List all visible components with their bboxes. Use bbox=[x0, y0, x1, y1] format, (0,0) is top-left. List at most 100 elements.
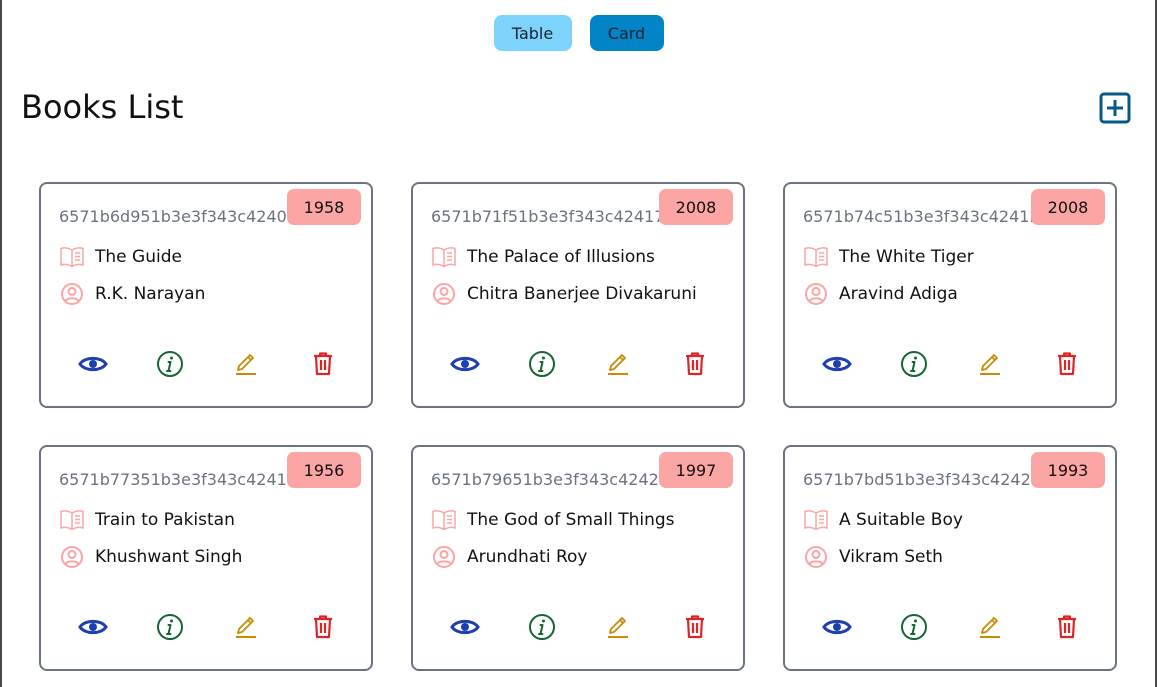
show-book-button[interactable] bbox=[821, 611, 853, 643]
delete-book-button[interactable] bbox=[307, 348, 339, 380]
book-title: The Palace of Illusions bbox=[467, 247, 655, 267]
info-circle-icon bbox=[156, 614, 183, 640]
card-actions bbox=[821, 348, 1083, 380]
book-card: 6571b71f51b3e3f343c42417 2008 The Palace… bbox=[411, 182, 745, 408]
show-book-button[interactable] bbox=[821, 348, 853, 380]
publish-year-badge: 1997 bbox=[659, 452, 733, 488]
open-book-icon bbox=[804, 247, 828, 268]
pencil-icon bbox=[608, 617, 629, 638]
book-author: R.K. Narayan bbox=[95, 284, 206, 304]
book-id: 6571b6d951b3e3f343c4240a bbox=[59, 207, 297, 226]
show-book-button[interactable] bbox=[77, 348, 109, 380]
publish-year-badge: 1956 bbox=[287, 452, 361, 488]
delete-book-button[interactable] bbox=[679, 348, 711, 380]
add-book-button[interactable] bbox=[1099, 92, 1131, 124]
open-book-icon bbox=[804, 510, 828, 531]
edit-book-button[interactable] bbox=[602, 611, 634, 643]
publish-year-badge: 2008 bbox=[659, 189, 733, 225]
open-book-icon bbox=[60, 510, 84, 531]
user-circle-icon bbox=[433, 546, 455, 568]
open-book-icon bbox=[432, 247, 456, 268]
view-toggle: Table Card bbox=[2, 15, 1155, 51]
pencil-icon bbox=[236, 617, 257, 638]
plus-square-icon bbox=[1099, 92, 1131, 124]
book-title: A Suitable Boy bbox=[839, 510, 963, 530]
card-actions bbox=[449, 611, 711, 643]
book-title-row: A Suitable Boy bbox=[803, 509, 963, 531]
delete-book-button[interactable] bbox=[1051, 348, 1083, 380]
card-actions bbox=[77, 348, 339, 380]
eye-icon bbox=[78, 619, 108, 635]
card-actions bbox=[77, 611, 339, 643]
book-author: Vikram Seth bbox=[839, 547, 943, 567]
publish-year-badge: 1958 bbox=[287, 189, 361, 225]
book-title: The Guide bbox=[95, 247, 182, 267]
show-book-button[interactable] bbox=[449, 611, 481, 643]
book-author-row: Aravind Adiga bbox=[803, 282, 958, 306]
trash-icon bbox=[1057, 352, 1076, 376]
eye-icon bbox=[450, 619, 480, 635]
pencil-icon bbox=[980, 617, 1001, 638]
page-title: Books List bbox=[21, 88, 184, 126]
book-title-row: The Palace of Illusions bbox=[431, 246, 655, 268]
book-info-button[interactable] bbox=[526, 611, 558, 643]
book-author-row: Vikram Seth bbox=[803, 545, 943, 569]
user-circle-icon bbox=[805, 546, 827, 568]
user-circle-icon bbox=[433, 283, 455, 305]
book-author-row: Khushwant Singh bbox=[59, 545, 242, 569]
info-circle-icon bbox=[156, 351, 183, 377]
book-info-button[interactable] bbox=[154, 611, 186, 643]
card-actions bbox=[821, 611, 1083, 643]
book-id: 6571b7bd51b3e3f343c42427 bbox=[803, 470, 1041, 489]
edit-book-button[interactable] bbox=[974, 611, 1006, 643]
book-id: 6571b71f51b3e3f343c42417 bbox=[431, 207, 665, 226]
user-circle-icon bbox=[61, 283, 83, 305]
card-view-button[interactable]: Card bbox=[589, 15, 664, 51]
book-card: 6571b7bd51b3e3f343c42427 1993 A Suitable… bbox=[783, 445, 1117, 671]
pencil-icon bbox=[980, 354, 1001, 375]
delete-book-button[interactable] bbox=[307, 611, 339, 643]
info-circle-icon bbox=[528, 351, 555, 377]
info-circle-icon bbox=[900, 614, 927, 640]
book-author-row: Arundhati Roy bbox=[431, 545, 587, 569]
book-title: The God of Small Things bbox=[467, 510, 675, 530]
book-title-row: Train to Pakistan bbox=[59, 509, 235, 531]
book-info-button[interactable] bbox=[154, 348, 186, 380]
open-book-icon bbox=[432, 510, 456, 531]
delete-book-button[interactable] bbox=[1051, 611, 1083, 643]
edit-book-button[interactable] bbox=[230, 348, 262, 380]
eye-icon bbox=[78, 356, 108, 372]
info-circle-icon bbox=[528, 614, 555, 640]
edit-book-button[interactable] bbox=[230, 611, 262, 643]
eye-icon bbox=[822, 619, 852, 635]
edit-book-button[interactable] bbox=[974, 348, 1006, 380]
book-title: Train to Pakistan bbox=[95, 510, 235, 530]
book-author: Arundhati Roy bbox=[467, 547, 588, 567]
book-id: 6571b79651b3e3f343c42423 bbox=[431, 470, 669, 489]
edit-book-button[interactable] bbox=[602, 348, 634, 380]
book-info-button[interactable] bbox=[898, 348, 930, 380]
book-title: The White Tiger bbox=[839, 247, 974, 267]
book-info-button[interactable] bbox=[526, 348, 558, 380]
publish-year-badge: 1993 bbox=[1031, 452, 1105, 488]
pencil-icon bbox=[236, 354, 257, 375]
book-author-row: Chitra Banerjee Divakaruni bbox=[431, 282, 697, 306]
delete-book-button[interactable] bbox=[679, 611, 711, 643]
card-actions bbox=[449, 348, 711, 380]
book-card: 6571b74c51b3e3f343c4241b 2008 The White … bbox=[783, 182, 1117, 408]
book-title-row: The White Tiger bbox=[803, 246, 974, 268]
book-author: Aravind Adiga bbox=[839, 284, 958, 304]
publish-year-badge: 2008 bbox=[1031, 189, 1105, 225]
trash-icon bbox=[313, 615, 332, 639]
table-view-button[interactable]: Table bbox=[493, 15, 572, 51]
show-book-button[interactable] bbox=[77, 611, 109, 643]
book-card: 6571b6d951b3e3f343c4240a 1958 The Guide … bbox=[39, 182, 373, 408]
trash-icon bbox=[1057, 615, 1076, 639]
open-book-icon bbox=[60, 247, 84, 268]
book-id: 6571b74c51b3e3f343c4241b bbox=[803, 207, 1040, 226]
eye-icon bbox=[450, 356, 480, 372]
user-circle-icon bbox=[61, 546, 83, 568]
trash-icon bbox=[313, 352, 332, 376]
book-info-button[interactable] bbox=[898, 611, 930, 643]
show-book-button[interactable] bbox=[449, 348, 481, 380]
